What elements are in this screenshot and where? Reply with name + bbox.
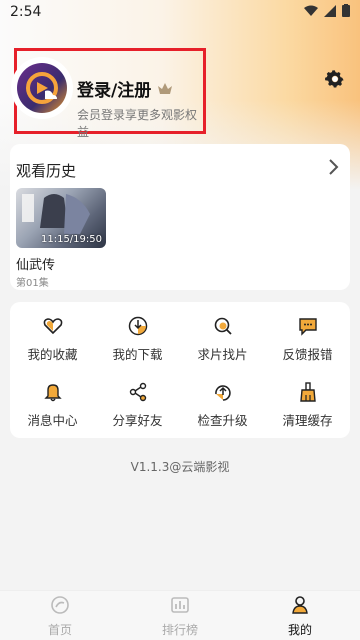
grid-item-favorites[interactable]: 我的收藏 <box>10 316 95 372</box>
watch-history-card: 观看历史 11:15/19:50 仙武传 第01集 <box>10 144 350 290</box>
grid-label-request: 求片找片 <box>197 347 248 362</box>
share-icon <box>129 382 146 402</box>
grid-item-messages[interactable]: 消息中心 <box>10 382 95 438</box>
battery-icon <box>342 4 350 17</box>
status-icons <box>304 4 350 17</box>
upgrade-icon <box>214 385 231 401</box>
status-time: 2:54 <box>10 4 42 20</box>
user-icon <box>292 596 308 614</box>
login-title-text: 登录/注册 <box>77 81 152 101</box>
history-show-name[interactable]: 仙武传 <box>16 254 55 273</box>
ranking-icon <box>171 597 189 613</box>
grid-label-clear-cache: 清理缓存 <box>282 413 333 428</box>
avatar[interactable] <box>13 59 71 117</box>
wifi-icon <box>304 5 318 16</box>
nav-label-mine: 我的 <box>287 623 312 637</box>
grid-label-favorites: 我的收藏 <box>27 347 78 362</box>
grid-label-upgrade: 检查升级 <box>197 413 248 428</box>
nav-label-ranking: 排行榜 <box>161 623 198 637</box>
grid-item-downloads[interactable]: 我的下载 <box>95 316 180 372</box>
signal-icon <box>324 4 336 17</box>
grid-item-upgrade[interactable]: 检查升级 <box>180 382 265 438</box>
version-text: V1.1.3@云端影视 <box>130 460 230 474</box>
history-episode: 第01集 <box>16 278 49 289</box>
grid-item-request[interactable]: 求片找片 <box>180 316 265 372</box>
heart-icon <box>43 318 62 335</box>
download-icon <box>128 316 147 336</box>
grid-item-clear-cache[interactable]: 清理缓存 <box>265 382 350 438</box>
home-tv-icon <box>51 596 69 614</box>
nav-label-home: 首页 <box>47 623 72 637</box>
grid-label-feedback: 反馈报错 <box>282 347 333 362</box>
settings-gear-icon[interactable] <box>324 68 346 90</box>
login-subtitle: 会员登录享更多观影权益 <box>77 108 198 139</box>
grid-item-share[interactable]: 分享好友 <box>95 382 180 438</box>
nav-tab-ranking[interactable]: 排行榜 <box>130 595 230 638</box>
chevron-right-icon[interactable] <box>326 158 340 176</box>
nav-tab-mine[interactable]: 我的 <box>250 595 350 638</box>
bell-icon <box>43 384 62 402</box>
nav-tab-home[interactable]: 首页 <box>10 595 110 638</box>
grid-label-messages: 消息中心 <box>27 413 78 428</box>
login-profile-section[interactable]: 登录/注册 会员登录享更多观影权益 <box>13 48 206 139</box>
broom-icon <box>299 382 316 402</box>
status-bar: 2:54 <box>0 0 360 24</box>
feedback-icon <box>298 318 317 336</box>
search-film-icon <box>214 317 232 335</box>
history-progress-text: 11:15/19:50 <box>40 234 102 245</box>
bottom-nav: 首页 排行榜 我的 <box>0 590 360 640</box>
grid-label-share: 分享好友 <box>112 413 163 428</box>
grid-item-feedback[interactable]: 反馈报错 <box>265 316 350 372</box>
app-logo-icon <box>17 63 67 113</box>
crown-icon <box>158 83 173 94</box>
grid-label-downloads: 我的下载 <box>112 347 163 362</box>
history-thumbnail[interactable]: 11:15/19:50 <box>16 188 106 248</box>
history-title: 观看历史 <box>16 162 77 180</box>
login-title[interactable]: 登录/注册 <box>77 76 173 101</box>
feature-grid-card: 我的收藏 我的下载 求片找片 反馈报错 消息中心 分享好友 检查升级 清理缓存 <box>10 302 350 438</box>
